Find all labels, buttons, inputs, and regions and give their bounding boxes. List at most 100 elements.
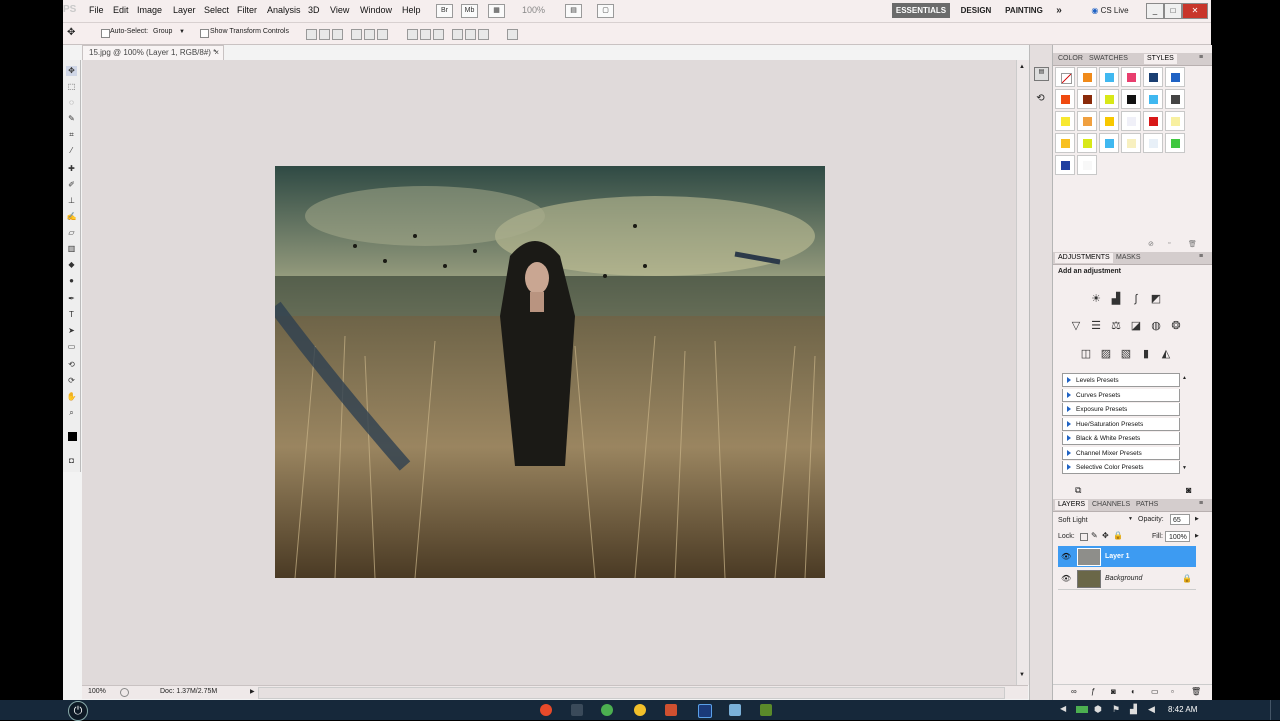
- start-button-icon[interactable]: ⏻: [68, 701, 88, 721]
- blur-tool-icon[interactable]: ◆: [66, 260, 77, 270]
- tray-flag-icon[interactable]: ⚑: [1112, 704, 1120, 715]
- history-brush-tool-icon[interactable]: ✍: [66, 212, 77, 222]
- preset-item[interactable]: Selective Color Presets: [1062, 461, 1180, 474]
- expand-triangle-icon[interactable]: [1067, 391, 1071, 398]
- align-right-icon[interactable]: [377, 29, 388, 40]
- tray-clock[interactable]: 8:42 AM: [1168, 705, 1197, 714]
- tab-styles[interactable]: STYLES: [1144, 54, 1177, 64]
- close-button[interactable]: ✕: [1182, 3, 1208, 19]
- auto-select-checkbox[interactable]: [101, 29, 110, 38]
- style-swatch[interactable]: [1099, 67, 1119, 87]
- tray-network-icon[interactable]: ▟: [1130, 704, 1137, 715]
- distribute-bottom-icon[interactable]: [433, 29, 444, 40]
- clone-stamp-tool-icon[interactable]: ⊥: [66, 196, 77, 206]
- style-swatch[interactable]: [1077, 133, 1097, 153]
- layer-mask-icon[interactable]: ◙: [1111, 687, 1116, 696]
- tab-adjustments[interactable]: ADJUSTMENTS: [1055, 253, 1113, 263]
- taskbar-photoshop-icon[interactable]: [698, 704, 712, 718]
- style-swatch[interactable]: [1099, 111, 1119, 131]
- preset-item[interactable]: Levels Presets: [1062, 374, 1180, 387]
- quick-mask-icon[interactable]: ◘: [66, 456, 77, 466]
- style-swatch[interactable]: [1121, 111, 1141, 131]
- tab-paths[interactable]: PATHS: [1133, 500, 1161, 510]
- channel-mixer-icon[interactable]: ❂: [1170, 320, 1182, 332]
- align-bottom-icon[interactable]: [332, 29, 343, 40]
- visibility-eye-icon[interactable]: 👁: [1061, 568, 1071, 589]
- new-layer-icon[interactable]: ▫: [1171, 687, 1174, 696]
- link-layers-icon[interactable]: ∞: [1071, 687, 1077, 696]
- close-tab-icon[interactable]: ×: [214, 46, 219, 60]
- panel-menu-icon[interactable]: ≡: [1199, 500, 1203, 507]
- layer-row-layer-1[interactable]: 👁 Layer 1: [1058, 546, 1196, 567]
- style-swatch[interactable]: [1099, 133, 1119, 153]
- delete-style-icon[interactable]: 🗑: [1188, 240, 1197, 248]
- taskbar-messenger-icon[interactable]: [634, 704, 646, 716]
- tab-swatches[interactable]: SWATCHES: [1086, 54, 1131, 64]
- auto-align-icon[interactable]: [507, 29, 518, 40]
- menu-select[interactable]: Select: [204, 5, 229, 15]
- menu-filter[interactable]: Filter: [237, 5, 257, 15]
- mini-bridge-button[interactable]: Mb: [461, 4, 478, 18]
- shape-tool-icon[interactable]: ▭: [66, 342, 77, 352]
- new-adjustment-icon[interactable]: ◐: [1131, 687, 1136, 696]
- style-swatch[interactable]: [1165, 133, 1185, 153]
- pen-tool-icon[interactable]: ✒: [66, 294, 77, 304]
- expand-triangle-icon[interactable]: [1067, 435, 1071, 441]
- expand-triangle-icon[interactable]: [1067, 449, 1071, 456]
- workspace-design[interactable]: DESIGN: [956, 3, 996, 18]
- preset-item[interactable]: Black & White Presets: [1062, 432, 1180, 445]
- selective-color-icon[interactable]: ◭: [1160, 348, 1172, 360]
- show-desktop-button[interactable]: [1270, 700, 1280, 720]
- opacity-input[interactable]: 65: [1170, 514, 1190, 525]
- tab-channels[interactable]: CHANNELS: [1089, 500, 1133, 510]
- tray-arrow-icon[interactable]: ◀: [1060, 704, 1066, 713]
- horizontal-scrollbar[interactable]: [258, 687, 1005, 699]
- eraser-tool-icon[interactable]: ▱: [66, 228, 77, 238]
- zoom-tool-icon[interactable]: ⌕: [66, 408, 77, 418]
- distribute-vcenter-icon[interactable]: [420, 29, 431, 40]
- adjustment-options-icon[interactable]: ⧉: [1075, 485, 1081, 496]
- opacity-slider-icon[interactable]: ▶: [1195, 516, 1199, 522]
- scroll-up-icon[interactable]: ▲: [1182, 375, 1187, 381]
- lock-transparent-icon[interactable]: [1080, 533, 1088, 541]
- tray-volume-icon[interactable]: ◀: [1148, 704, 1155, 715]
- align-top-icon[interactable]: [306, 29, 317, 40]
- panel-menu-icon[interactable]: ≡: [1199, 54, 1203, 61]
- layer-row-background[interactable]: 👁 Background 🔒: [1058, 568, 1196, 590]
- tab-color[interactable]: COLOR: [1055, 54, 1086, 64]
- expand-triangle-icon[interactable]: [1067, 377, 1071, 383]
- posterize-icon[interactable]: ▨: [1100, 348, 1112, 360]
- menu-edit[interactable]: Edit: [113, 5, 129, 15]
- lock-image-icon[interactable]: ✎: [1091, 531, 1098, 540]
- more-workspaces-icon[interactable]: »: [1052, 3, 1066, 18]
- style-swatch[interactable]: [1099, 89, 1119, 109]
- minimize-button[interactable]: _: [1146, 3, 1164, 19]
- 3d-rotate-tool-icon[interactable]: ⟲: [66, 360, 77, 370]
- type-tool-icon[interactable]: T: [66, 310, 77, 320]
- extras-icon[interactable]: ▦: [488, 4, 505, 18]
- menu-analysis[interactable]: Analysis: [267, 5, 301, 15]
- taskbar-explorer-icon[interactable]: [729, 704, 741, 716]
- expand-triangle-icon[interactable]: [1067, 464, 1071, 470]
- status-menu-icon[interactable]: [120, 688, 129, 697]
- status-arrow-icon[interactable]: ▶: [250, 686, 255, 698]
- align-vcenter-icon[interactable]: [319, 29, 330, 40]
- style-swatch[interactable]: [1143, 89, 1163, 109]
- style-swatch[interactable]: [1165, 111, 1185, 131]
- style-swatch[interactable]: [1143, 133, 1163, 153]
- taskbar-app-icon[interactable]: [571, 704, 583, 716]
- path-select-tool-icon[interactable]: ➤: [66, 326, 77, 336]
- brightness-contrast-icon[interactable]: ☀: [1090, 293, 1102, 305]
- style-swatch[interactable]: [1077, 67, 1097, 87]
- brush-tool-icon[interactable]: ✐: [66, 180, 77, 190]
- screen-mode-icon[interactable]: ▢: [597, 4, 614, 18]
- style-swatch[interactable]: [1165, 67, 1185, 87]
- menu-image[interactable]: Image: [137, 5, 162, 15]
- clear-style-icon[interactable]: ⊘: [1148, 240, 1154, 248]
- expand-triangle-icon[interactable]: [1067, 420, 1071, 427]
- taskbar-camtasia-icon[interactable]: [760, 704, 772, 716]
- healing-brush-tool-icon[interactable]: ✚: [66, 164, 77, 174]
- delete-layer-icon[interactable]: 🗑: [1191, 687, 1201, 696]
- menu-file[interactable]: File: [89, 5, 104, 15]
- tab-masks[interactable]: MASKS: [1113, 253, 1144, 263]
